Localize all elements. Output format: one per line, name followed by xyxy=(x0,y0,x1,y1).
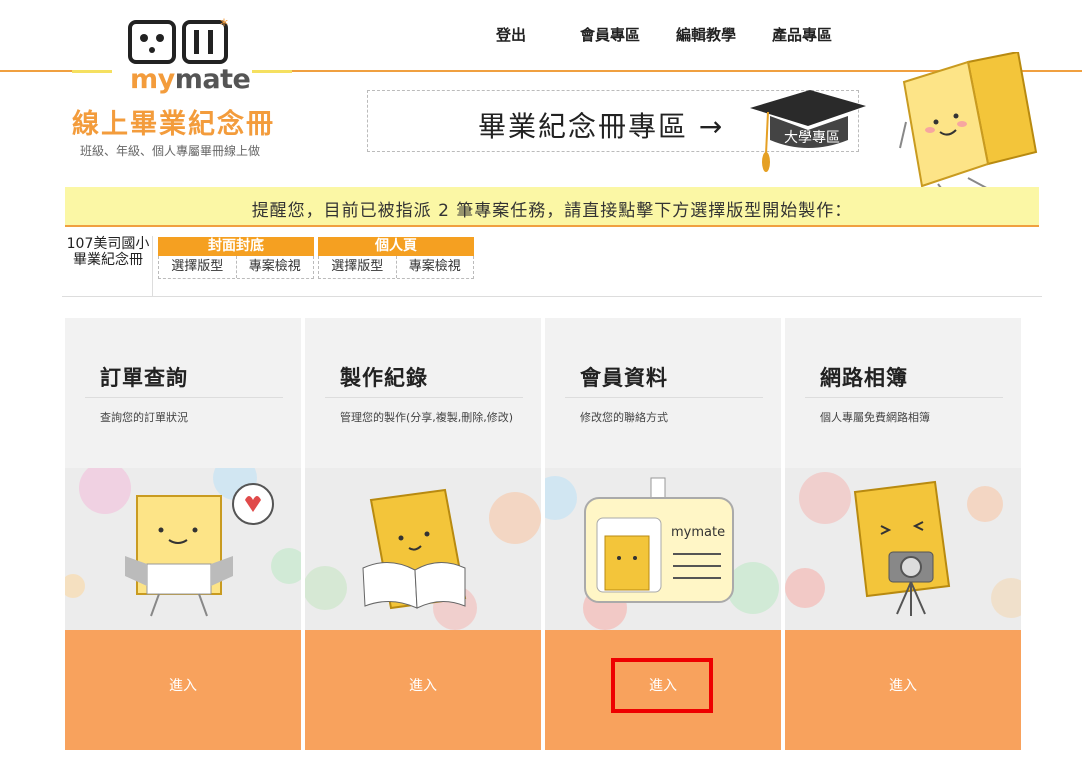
card-title: 會員資料 xyxy=(580,366,668,390)
card-desc: 管理您的製作(分享,複製,刪除,修改) xyxy=(340,411,514,424)
nav-logout[interactable]: 登出 xyxy=(470,24,562,46)
cover-group-title: 封面封底 xyxy=(158,237,314,256)
card-online-album: 網路相簿 個人專屬免費網路相簿 進入 xyxy=(785,318,1021,750)
cover-view-project-button[interactable]: 專案檢視 xyxy=(235,256,314,278)
site-subtitle: 班級、年級、個人專屬畢冊線上做 xyxy=(80,144,261,158)
mascot-box-heart-icon xyxy=(65,468,301,617)
mymate-logo-icon[interactable]: * xyxy=(128,16,228,66)
production-records-enter-button[interactable]: 進入 xyxy=(305,630,541,750)
online-album-enter-button[interactable]: 進入 xyxy=(785,630,1021,750)
card-order-query: 訂單查詢 查詢您的訂單狀況 進入 xyxy=(65,318,301,750)
nav-editing-tutorial[interactable]: 編輯教學 xyxy=(658,24,754,46)
card-production-records: 製作紀錄 管理您的製作(分享,複製,刪除,修改) 進入 xyxy=(305,318,541,750)
svg-text:mymate: mymate xyxy=(671,525,725,540)
banner-text: 畢業紀念冊專區 → xyxy=(478,110,725,143)
card-desc: 個人專屬免費網路相簿 xyxy=(820,411,930,424)
nav-member-area[interactable]: 會員專區 xyxy=(562,24,658,46)
personal-page-group-title: 個人頁 xyxy=(318,237,474,256)
project-name: 107美司國小畢業紀念冊 xyxy=(66,236,150,268)
personal-page-group: 個人頁 選擇版型 專案檢視 xyxy=(318,237,474,279)
card-title: 製作紀錄 xyxy=(340,366,428,390)
mascot-id-badge-icon: mymate xyxy=(545,476,779,630)
nav-product-area[interactable]: 產品專區 xyxy=(754,24,850,46)
personal-choose-template-button[interactable]: 選擇版型 xyxy=(319,256,396,278)
cover-choose-template-button[interactable]: 選擇版型 xyxy=(159,256,236,278)
card-title: 訂單查詢 xyxy=(100,366,188,390)
card-desc: 修改您的聯絡方式 xyxy=(580,411,668,424)
mascot-camera-icon xyxy=(785,472,1021,618)
personal-view-project-button[interactable]: 專案檢視 xyxy=(395,256,474,278)
university-badge-label: 大學專區 xyxy=(784,130,840,146)
project-row: 107美司國小畢業紀念冊 封面封底 選擇版型 專案檢視 個人頁 選擇版型 專案檢… xyxy=(62,236,1042,297)
order-query-enter-button[interactable]: 進入 xyxy=(65,630,301,750)
cover-group: 封面封底 選擇版型 專案檢視 xyxy=(158,237,314,279)
top-nav: 登出 會員專區 編輯教學 產品專區 xyxy=(470,24,850,46)
graduation-cap-icon[interactable]: 大學專區 xyxy=(748,88,868,178)
mymate-logo-text[interactable]: mymate xyxy=(130,64,251,95)
task-reminder-bar: 提醒您，目前已被指派 2 筆專案任務，請直接點擊下方選擇版型開始製作： xyxy=(65,187,1039,227)
card-title: 網路相簿 xyxy=(820,366,908,390)
mascot-book-icon xyxy=(899,52,1038,201)
site-title: 線上畢業紀念冊 xyxy=(72,109,275,140)
svg-text:*: * xyxy=(220,16,228,34)
card-desc: 查詢您的訂單狀況 xyxy=(100,411,188,424)
mascot-reading-book-icon xyxy=(305,488,541,630)
reminder-text: 提醒您，目前已被指派 2 筆專案任務，請直接點擊下方選擇版型開始製作： xyxy=(251,201,853,221)
highlight-box xyxy=(611,658,713,713)
